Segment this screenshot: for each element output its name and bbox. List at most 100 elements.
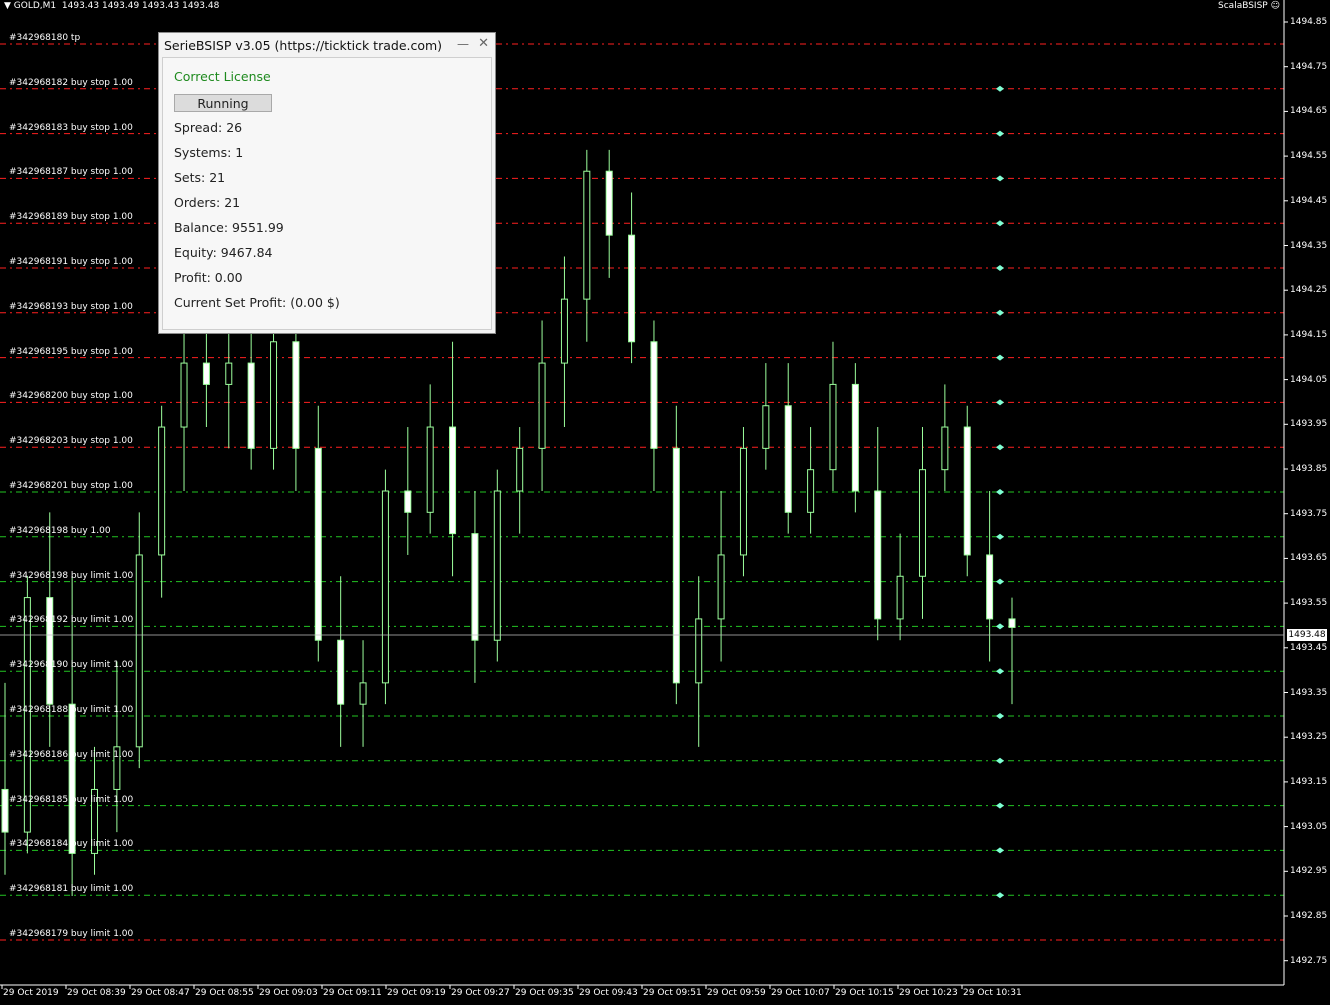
panel-title: SerieBSISP v3.05 (https://ticktick trade… [164, 38, 443, 53]
candle-body [963, 426, 971, 556]
minimize-icon[interactable]: — [457, 37, 469, 51]
time-tick-label: 29 Oct 08:39 [67, 988, 126, 998]
candle-body [247, 362, 255, 449]
price-tick-label: 1494.25 [1290, 285, 1328, 296]
time-tick-label: 29 Oct 09:11 [323, 988, 382, 998]
price-tick-label: 1493.75 [1290, 508, 1328, 519]
candle-body [1, 788, 9, 833]
time-tick-label: 29 Oct 2019 [3, 988, 59, 998]
order-label[interactable]: #342968179 buy limit 1.00 [9, 929, 133, 939]
time-tick-label: 29 Oct 09:19 [387, 988, 446, 998]
time-tick-label: 29 Oct 10:31 [963, 988, 1022, 998]
candle-body [986, 554, 994, 620]
time-tick-label: 29 Oct 08:47 [131, 988, 190, 998]
candle-body [650, 341, 658, 449]
order-label[interactable]: #342968201 buy stop 1.00 [9, 481, 133, 491]
symbol-bar[interactable]: ▼ GOLD,M1 1493.43 1493.49 1493.43 1493.4… [4, 1, 219, 11]
price-tick-label: 1493.65 [1290, 553, 1328, 564]
order-arrow-icon [996, 444, 1004, 451]
candle-body [695, 618, 703, 684]
candle-body [941, 426, 949, 471]
candle-body [359, 682, 367, 705]
order-label[interactable]: #342968181 buy limit 1.00 [9, 884, 133, 894]
price-tick-label: 1493.55 [1290, 598, 1328, 609]
candle-body [829, 383, 837, 471]
order-label[interactable]: #342968189 buy stop 1.00 [9, 212, 133, 222]
candle-body [158, 426, 166, 556]
order-arrow-icon [996, 309, 1004, 316]
candle-body [68, 703, 76, 854]
candle-body [672, 447, 680, 684]
candle-body [538, 362, 546, 449]
candle-body [426, 426, 434, 513]
candle-body [225, 362, 233, 385]
order-label[interactable]: #342968185 buy limit 1.00 [9, 795, 133, 805]
order-label[interactable]: #342968186 buy limit 1.00 [9, 750, 133, 760]
price-tick-label: 1494.15 [1290, 329, 1328, 340]
candle-body [918, 469, 926, 577]
order-label[interactable]: #342968191 buy stop 1.00 [9, 257, 133, 267]
running-button[interactable]: Running [174, 94, 272, 112]
time-tick-label: 29 Oct 09:27 [451, 988, 510, 998]
balance-value: Balance: 9551.99 [174, 220, 284, 235]
order-label[interactable]: #342968188 buy limit 1.00 [9, 705, 133, 715]
candle-body [762, 405, 770, 449]
time-tick-label: 29 Oct 09:35 [515, 988, 574, 998]
order-label[interactable]: #342968198 buy 1.00 [9, 526, 111, 536]
price-tick-label: 1494.35 [1290, 240, 1328, 251]
price-tick-label: 1494.05 [1290, 374, 1328, 385]
candle-body [449, 426, 457, 535]
price-tick-label: 1494.85 [1290, 17, 1328, 27]
order-label[interactable]: #342968195 buy stop 1.00 [9, 347, 133, 357]
candle-body [583, 170, 591, 300]
order-arrow-icon [996, 265, 1004, 271]
candle-body [135, 554, 143, 748]
price-tick-label: 1492.85 [1290, 911, 1328, 921]
profit-value: Profit: 0.00 [174, 270, 243, 285]
order-label[interactable]: #342968184 buy limit 1.00 [9, 839, 133, 849]
price-tick-label: 1494.75 [1290, 61, 1328, 72]
candle-body [493, 490, 501, 641]
order-arrow-icon [996, 220, 1004, 227]
current-price-badge: 1493.48 [1287, 629, 1327, 641]
order-label[interactable]: #342968200 buy stop 1.00 [9, 391, 133, 401]
order-arrow-icon [996, 802, 1004, 809]
order-label[interactable]: #342968190 buy limit 1.00 [9, 660, 133, 670]
order-label[interactable]: #342968198 buy limit 1.00 [9, 571, 133, 581]
candle-body [560, 298, 568, 364]
order-arrow-icon [996, 533, 1004, 540]
candle-body [180, 362, 188, 428]
dropdown-arrow-icon[interactable]: ▼ [4, 1, 11, 11]
spread-value: Spread: 26 [174, 120, 243, 135]
smiley-icon: ☺ [1270, 1, 1280, 11]
candle-body [381, 490, 389, 684]
order-arrow-icon [996, 713, 1004, 719]
order-arrow-icon [996, 354, 1004, 361]
price-tick-label: 1493.45 [1290, 642, 1328, 653]
order-label[interactable]: #342968182 buy stop 1.00 [9, 78, 133, 88]
candle-body [784, 405, 792, 513]
candle-body [896, 575, 904, 620]
time-tick-label: 29 Oct 09:59 [707, 988, 766, 998]
equity-value: Equity: 9467.84 [174, 245, 273, 260]
sets-value: Sets: 21 [174, 170, 226, 185]
time-tick-label: 29 Oct 08:55 [195, 988, 254, 998]
candle-body [739, 447, 747, 556]
order-arrow-icon [996, 757, 1004, 764]
order-label[interactable]: #342968192 buy limit 1.00 [9, 615, 133, 625]
order-label[interactable]: #342968187 buy stop 1.00 [9, 167, 133, 177]
order-label[interactable]: #342968183 buy stop 1.00 [9, 123, 133, 133]
candle-body [605, 170, 613, 236]
price-tick-label: 1494.45 [1290, 195, 1328, 206]
order-arrow-icon [996, 578, 1004, 585]
close-icon[interactable]: ✕ [478, 36, 489, 51]
ohlc-values: 1493.43 1493.49 1493.43 1493.48 [61, 1, 220, 11]
order-label[interactable]: #342968193 buy stop 1.00 [9, 302, 133, 312]
ea-control-panel[interactable]: SerieBSISP v3.05 (https://ticktick trade… [158, 32, 496, 334]
order-label[interactable]: #342968203 buy stop 1.00 [9, 436, 133, 446]
candle-body [628, 234, 636, 343]
order-arrow-icon [996, 175, 1004, 182]
order-label[interactable]: #342968180 tp [9, 33, 80, 43]
expert-advisor-name[interactable]: ScalaBSISP ☺ [1218, 1, 1280, 11]
panel-body: Correct License Running Spread: 26 Syste… [162, 57, 492, 330]
